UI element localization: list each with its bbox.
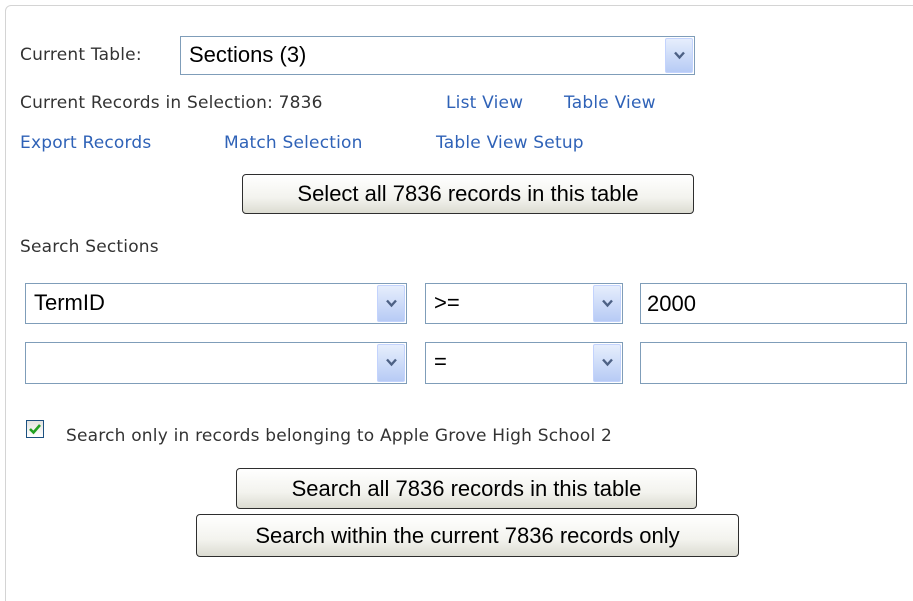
current-table-select[interactable]: Sections (3)	[180, 36, 695, 75]
records-in-selection-text: Current Records in Selection: 7836	[20, 93, 323, 113]
search-field-value-1: TermID	[34, 290, 105, 315]
list-view-link[interactable]: List View	[446, 93, 523, 113]
search-field-select-2[interactable]	[25, 342, 407, 384]
chevron-down-icon[interactable]	[377, 285, 405, 322]
export-records-link[interactable]: Export Records	[20, 133, 151, 153]
search-operator-value-1: >=	[434, 290, 460, 315]
current-table-value: Sections (3)	[189, 42, 307, 67]
chevron-down-icon[interactable]	[377, 344, 405, 382]
current-table-label: Current Table:	[20, 45, 142, 65]
search-all-records-button[interactable]: Search all 7836 records in this table	[236, 468, 697, 509]
match-selection-link[interactable]: Match Selection	[224, 133, 363, 153]
select-all-records-button[interactable]: Select all 7836 records in this table	[242, 174, 694, 214]
table-view-link[interactable]: Table View	[564, 93, 656, 113]
chevron-down-icon[interactable]	[665, 38, 693, 73]
search-value-input-2[interactable]	[640, 342, 907, 384]
chevron-down-icon[interactable]	[593, 344, 621, 382]
chevron-down-icon[interactable]	[593, 285, 621, 322]
search-field-select-1[interactable]: TermID	[25, 283, 407, 324]
school-only-label: Search only in records belonging to Appl…	[66, 426, 612, 446]
search-within-current-button[interactable]: Search within the current 7836 records o…	[196, 514, 739, 557]
search-operator-select-2[interactable]: =	[425, 342, 623, 384]
checkmark-icon	[29, 424, 41, 435]
search-operator-select-1[interactable]: >=	[425, 283, 623, 324]
search-sections-heading: Search Sections	[20, 237, 159, 257]
search-operator-value-2: =	[434, 349, 447, 374]
table-view-setup-link[interactable]: Table View Setup	[436, 133, 584, 153]
school-only-checkbox[interactable]	[26, 420, 44, 438]
search-value-input-1[interactable]	[640, 283, 907, 324]
